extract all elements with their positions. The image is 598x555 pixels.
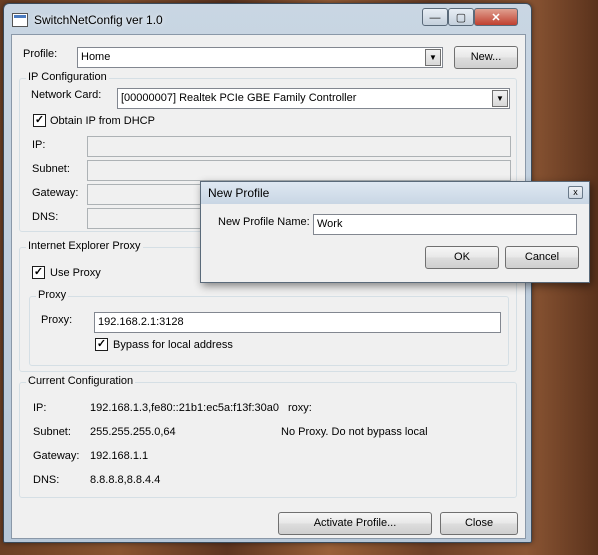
cancel-button[interactable]: Cancel [505,246,579,269]
dns-label: DNS: [32,211,59,223]
use-proxy-label: Use Proxy [50,267,101,279]
profile-select[interactable]: Home ▼ [77,47,443,68]
chevron-down-icon[interactable]: ▼ [492,90,508,107]
profile-select-value: Home [81,51,111,63]
current-dns-value: 8.8.8.8,8.8.4.4 [90,474,161,486]
current-ip-label: IP: [33,402,47,414]
use-proxy-checkbox[interactable]: ✓ [32,266,45,279]
dhcp-label: Obtain IP from DHCP [50,115,155,127]
current-ip-value: 192.168.1.3,fe80::21b1:ec5a:f13f:30a0 [90,402,279,414]
new-profile-dialog: New Profile x New Profile Name: Work OK … [200,181,590,283]
dialog-title: New Profile [208,186,270,200]
dhcp-checkbox[interactable]: ✓ [33,114,46,127]
proxy-input[interactable]: 192.168.2.1:3128 [94,312,501,333]
network-card-select[interactable]: [00000007] Realtek PCIe GBE Family Contr… [117,88,510,109]
title-bar[interactable]: SwitchNetConfig ver 1.0 — ▢ ✕ [4,4,531,34]
new-profile-name-input[interactable]: Work [313,214,577,235]
new-profile-button[interactable]: New... [454,46,518,69]
dialog-close-button[interactable]: x [568,186,583,199]
current-subnet-value: 255.255.255.0,64 [90,426,176,438]
ip-configuration-title: IP Configuration [26,71,109,83]
chevron-down-icon[interactable]: ▼ [425,49,441,66]
dialog-title-bar[interactable]: New Profile x [201,182,589,204]
proxy-input-value: 192.168.2.1:3128 [98,316,184,328]
ie-proxy-title: Internet Explorer Proxy [26,240,143,252]
new-profile-name-label: New Profile Name: [218,216,310,228]
ok-button[interactable]: OK [425,246,499,269]
bypass-local-checkbox[interactable]: ✓ [95,338,108,351]
current-subnet-label: Subnet: [33,426,71,438]
network-card-label: Network Card: [31,89,102,101]
current-gateway-label: Gateway: [33,450,80,462]
maximize-button[interactable]: ▢ [448,8,474,26]
close-window-button[interactable]: ✕ [474,8,518,26]
gateway-label: Gateway: [32,187,79,199]
activate-profile-button[interactable]: Activate Profile... [278,512,432,535]
profile-label: Profile: [23,48,58,60]
network-card-value: [00000007] Realtek PCIe GBE Family Contr… [121,92,357,104]
proxy-inner-title: Proxy [36,289,69,301]
ip-label: IP: [32,139,46,151]
bypass-local-label: Bypass for local address [113,339,233,351]
ip-field[interactable] [87,136,511,157]
current-config-title: Current Configuration [26,375,136,387]
app-window-icon [12,13,28,27]
window-title: SwitchNetConfig ver 1.0 [34,13,163,27]
dialog-body: New Profile Name: Work OK Cancel [206,204,582,276]
window-client-area: Profile: Home ▼ New... IP Configuration … [11,34,526,539]
current-proxy-label: roxy: [288,402,312,414]
subnet-field[interactable] [87,160,511,181]
current-proxy-status: No Proxy. Do not bypass local [281,426,428,438]
close-button[interactable]: Close [440,512,518,535]
current-gateway-value: 192.168.1.1 [90,450,149,462]
new-profile-name-value: Work [317,218,343,230]
proxy-label: Proxy: [41,314,73,326]
current-dns-label: DNS: [33,474,60,486]
subnet-label: Subnet: [32,163,70,175]
minimize-button[interactable]: — [422,8,448,26]
